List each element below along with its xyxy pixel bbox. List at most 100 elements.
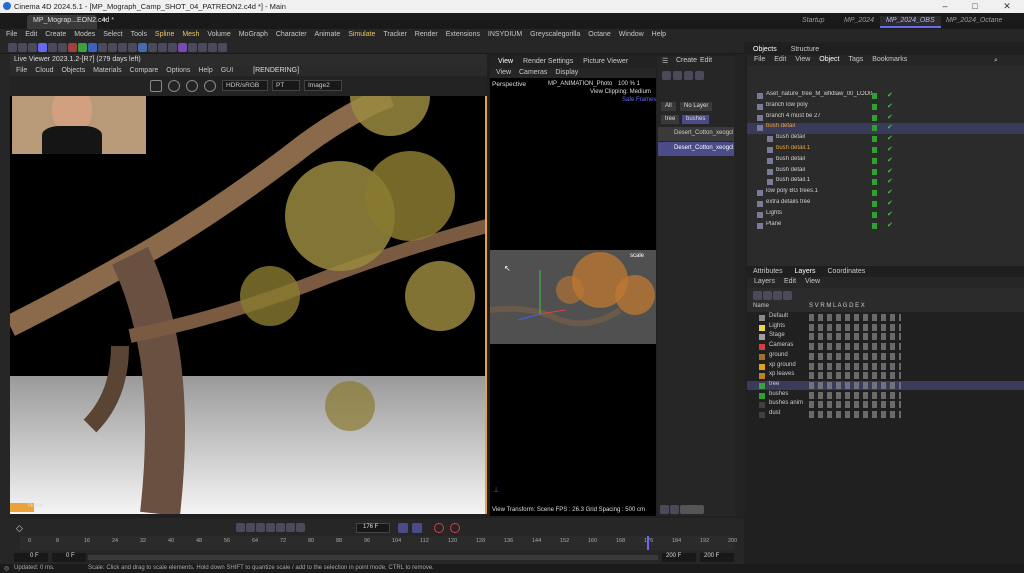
enabled-check-icon[interactable]: ✔ — [887, 156, 893, 164]
keyframe-diamond-icon[interactable]: ◇ — [16, 523, 26, 533]
z-axis-icon[interactable] — [87, 43, 97, 52]
menu-spline[interactable]: Spline — [155, 31, 174, 38]
vp-menu-view[interactable]: View — [496, 69, 511, 76]
menu-greyscalegorilla[interactable]: Greyscalegorilla — [530, 31, 580, 38]
layer-color-tag[interactable] — [872, 190, 877, 197]
enabled-check-icon[interactable]: ✔ — [887, 221, 893, 229]
enabled-check-icon[interactable]: ✔ — [887, 167, 893, 175]
min-frame-field[interactable]: 0 F — [52, 553, 86, 562]
enabled-check-icon[interactable]: ✔ — [887, 123, 893, 131]
render-mode-select[interactable]: PT — [272, 80, 300, 91]
menu-tools[interactable]: Tools — [131, 31, 147, 38]
field-icon[interactable] — [187, 43, 197, 52]
layer-color-swatch[interactable] — [759, 412, 765, 418]
prev-frame-icon[interactable] — [256, 523, 265, 532]
loop-icon[interactable] — [398, 523, 408, 533]
record-icon[interactable] — [434, 523, 444, 533]
layer-color-swatch[interactable] — [759, 363, 765, 370]
preview-range-icon[interactable] — [412, 523, 422, 533]
render-view[interactable] — [10, 96, 487, 514]
layer-color-tag[interactable] — [872, 201, 877, 207]
object-row[interactable]: bush detail.1 ✔ — [747, 145, 1024, 156]
search-icon[interactable]: ⌕ — [994, 57, 998, 65]
camera-icon[interactable] — [207, 43, 217, 52]
layer-color-tag[interactable] — [872, 147, 877, 153]
object-row[interactable]: Aset_nature_tree_M_wfktlaw_00_LOD0 ✔ — [747, 91, 1024, 102]
enabled-check-icon[interactable]: ✔ — [887, 102, 893, 110]
lyr-menu-layers[interactable]: Layers — [754, 278, 775, 285]
layer-color-tag[interactable] — [872, 222, 877, 229]
layer-flag-icons[interactable] — [809, 352, 901, 360]
render-icon[interactable] — [117, 43, 127, 52]
layer-color-tag[interactable] — [872, 103, 877, 110]
layer-color-swatch[interactable] — [759, 382, 765, 389]
next-key-icon[interactable] — [286, 523, 295, 532]
deformer-icon[interactable] — [177, 43, 187, 52]
image-slot-select[interactable]: Image2 — [304, 80, 342, 91]
layer-filter-icon[interactable] — [763, 291, 772, 300]
layer-flag-icons[interactable] — [809, 381, 901, 389]
enabled-check-icon[interactable]: ✔ — [887, 177, 893, 185]
layer-color-swatch[interactable] — [759, 334, 765, 341]
lv-menu-file[interactable]: File — [16, 67, 27, 74]
range-slider[interactable] — [88, 555, 658, 560]
layer-color-swatch[interactable] — [759, 402, 765, 409]
layer-row[interactable]: Default — [747, 313, 1024, 323]
layer-flag-icons[interactable] — [809, 411, 901, 418]
enabled-check-icon[interactable]: ✔ — [887, 210, 893, 218]
layer-row[interactable]: bushes — [747, 391, 1024, 401]
layout-tab-mp2024-octane[interactable]: MP_2024_Octane — [940, 16, 1008, 28]
object-row[interactable]: bush detail ✔ — [747, 134, 1024, 145]
layer-row[interactable]: xp leaves — [747, 371, 1024, 381]
filter-bushes[interactable]: bushes — [682, 115, 710, 124]
layer-row[interactable]: tree — [747, 380, 1024, 391]
vp-menu-display[interactable]: Display — [555, 69, 578, 76]
menu-animate[interactable]: Animate — [315, 31, 341, 38]
menu-insydium[interactable]: INSYDIUM — [488, 31, 522, 38]
layer-flag-icons[interactable] — [809, 323, 901, 331]
enabled-check-icon[interactable]: ✔ — [887, 113, 893, 121]
object-row[interactable]: bush detail ✔ — [747, 123, 1024, 135]
menu-octane[interactable]: Octane — [588, 31, 611, 38]
lv-menu-compare[interactable]: Compare — [130, 67, 159, 74]
gear-icon[interactable] — [673, 71, 682, 80]
tab-attributes[interactable]: Attributes — [753, 268, 783, 275]
cube-icon[interactable] — [137, 43, 147, 52]
playhead[interactable] — [647, 536, 649, 550]
lv-menu-objects[interactable]: Objects — [61, 67, 85, 74]
layer-flag-icons[interactable] — [809, 372, 901, 380]
layer-flag-icons[interactable] — [809, 314, 901, 321]
layer-flag-icons[interactable] — [809, 333, 901, 341]
goto-start-icon[interactable] — [236, 523, 245, 532]
close-icon[interactable]: ✕ — [992, 0, 1022, 13]
menu-tracker[interactable]: Tracker — [383, 31, 406, 38]
cloner-icon[interactable] — [167, 43, 177, 52]
layer-row[interactable]: xp ground — [747, 362, 1024, 372]
move-icon[interactable] — [27, 43, 37, 52]
layer-row[interactable]: Lights — [747, 323, 1024, 333]
menu-modes[interactable]: Modes — [74, 31, 95, 38]
tab-view[interactable]: View — [498, 58, 513, 65]
menu-render[interactable]: Render — [415, 31, 438, 38]
layer-color-swatch[interactable] — [759, 353, 765, 360]
lv-menu-options[interactable]: Options — [166, 67, 190, 74]
auto-key-icon[interactable] — [450, 523, 460, 533]
layer-color-swatch[interactable] — [759, 324, 765, 331]
maximize-icon[interactable]: □ — [960, 0, 990, 13]
select-icon[interactable] — [57, 43, 67, 52]
layer-color-tag[interactable] — [872, 136, 877, 143]
layer-color-tag[interactable] — [872, 114, 877, 121]
sphere-icon[interactable] — [662, 71, 671, 80]
obj-menu-tags[interactable]: Tags — [848, 56, 863, 63]
lv-menu-cloud[interactable]: Cloud — [35, 67, 53, 74]
layer-flag-icons[interactable] — [809, 362, 901, 370]
list-icon[interactable] — [670, 505, 679, 514]
obj-menu-bookmarks[interactable]: Bookmarks — [872, 56, 907, 63]
rotate-icon[interactable] — [47, 43, 57, 52]
layout-tab-startup[interactable]: Startup — [796, 16, 831, 28]
add-icon[interactable] — [150, 80, 162, 92]
layer-flag-icons[interactable] — [809, 391, 901, 399]
current-frame-field[interactable]: 176 F — [356, 523, 390, 533]
lv-menu-help[interactable]: Help — [198, 67, 212, 74]
tab-structure[interactable]: Structure — [791, 46, 819, 53]
